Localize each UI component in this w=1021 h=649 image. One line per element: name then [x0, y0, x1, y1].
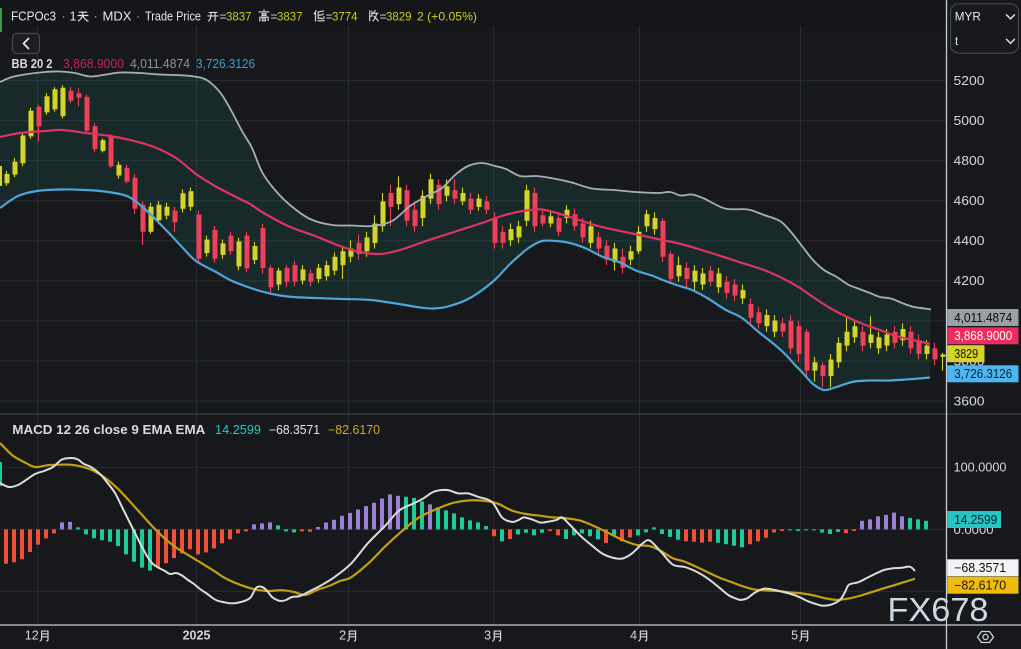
svg-text:3600: 3600 [954, 394, 985, 408]
svg-text:3837: 3837 [226, 10, 252, 24]
svg-text:3,726.3126: 3,726.3126 [196, 57, 255, 71]
svg-text:4,011.4874: 4,011.4874 [130, 57, 190, 71]
svg-text:−68.3571: −68.3571 [954, 561, 1006, 575]
svg-text:1: 1 [70, 10, 77, 24]
svg-text:−82.6170: −82.6170 [954, 579, 1006, 593]
svg-text:3,726.3126: 3,726.3126 [954, 367, 1012, 381]
svg-text:3,868.9000: 3,868.9000 [63, 57, 124, 71]
svg-text:Trade Price: Trade Price [145, 10, 201, 24]
svg-text:4200: 4200 [954, 274, 985, 288]
svg-text:·: · [94, 10, 98, 24]
svg-text:MDX: MDX [103, 10, 133, 24]
svg-text:4400: 4400 [954, 234, 985, 248]
svg-text:4: 4 [630, 629, 637, 643]
svg-text:−82.6170: −82.6170 [328, 423, 380, 437]
svg-text:BB 20 2: BB 20 2 [12, 56, 53, 71]
svg-text:4800: 4800 [954, 154, 985, 168]
svg-text:14.2599: 14.2599 [215, 423, 261, 437]
svg-text:3829: 3829 [954, 347, 978, 361]
svg-text:5: 5 [791, 629, 798, 643]
svg-text:FX678: FX678 [888, 591, 989, 628]
svg-text:FCPOc3: FCPOc3 [11, 10, 56, 24]
svg-text:MYR: MYR [955, 12, 981, 24]
svg-text:2025: 2025 [183, 629, 211, 643]
svg-text:5000: 5000 [954, 114, 985, 128]
svg-text:3,868.9000: 3,868.9000 [954, 329, 1012, 343]
svg-text:−68.3571: −68.3571 [269, 423, 320, 437]
svg-text:MACD 12 26 close 9 EMA EMA: MACD 12 26 close 9 EMA EMA [12, 422, 206, 437]
svg-text:12: 12 [25, 629, 39, 643]
svg-text:2: 2 [339, 629, 346, 643]
svg-text:4600: 4600 [954, 194, 985, 208]
svg-text:3774: 3774 [332, 10, 358, 24]
svg-text:100.0000: 100.0000 [954, 461, 1007, 475]
svg-text:3829: 3829 [386, 10, 412, 24]
svg-text:3: 3 [484, 629, 491, 643]
svg-text:4,011.4874: 4,011.4874 [954, 311, 1012, 325]
svg-text:5200: 5200 [954, 74, 985, 88]
svg-text:·: · [62, 10, 66, 24]
svg-text:·: · [136, 10, 140, 24]
svg-text:2 (+0.05%): 2 (+0.05%) [417, 10, 477, 24]
svg-text:3837: 3837 [277, 10, 303, 24]
svg-text:14.2599: 14.2599 [954, 513, 997, 527]
